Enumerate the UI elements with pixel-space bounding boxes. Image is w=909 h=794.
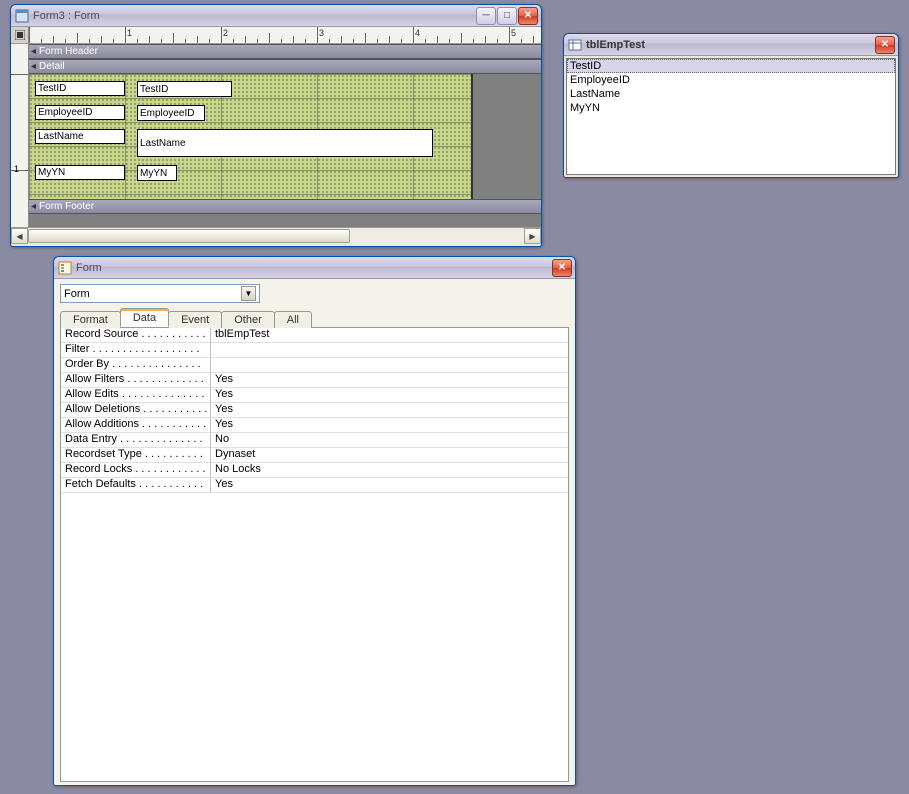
property-value[interactable]: No: [211, 433, 568, 448]
field-control[interactable]: MyYN: [137, 165, 177, 181]
property-sheet-window: Form ✕ Form ▼ FormatDataEventOtherAll Re…: [53, 256, 576, 786]
property-row[interactable]: Record Source . . . . . . . . . . .tblEm…: [61, 328, 568, 343]
titlebar[interactable]: Form ✕: [54, 257, 575, 279]
property-value[interactable]: Yes: [211, 478, 568, 493]
field-label[interactable]: MyYN: [35, 165, 125, 180]
field-label[interactable]: TestID: [35, 81, 125, 96]
scroll-track[interactable]: [28, 228, 524, 244]
object-selector[interactable]: Form ▼: [60, 284, 260, 303]
tab-event[interactable]: Event: [168, 311, 222, 328]
property-row[interactable]: Allow Filters . . . . . . . . . . . . .Y…: [61, 373, 568, 388]
ruler-horizontal-bar: 12345: [11, 27, 541, 44]
property-value[interactable]: Yes: [211, 373, 568, 388]
table-icon: [568, 38, 582, 52]
tab-all[interactable]: All: [274, 311, 312, 328]
property-label: Data Entry . . . . . . . . . . . . . .: [61, 433, 211, 448]
property-value[interactable]: tblEmpTest: [211, 328, 568, 343]
field-label[interactable]: LastName: [35, 129, 125, 144]
scrollbar-horizontal[interactable]: ◀ ▶: [11, 227, 541, 244]
tab-data[interactable]: Data: [120, 308, 169, 327]
property-label: Filter . . . . . . . . . . . . . . . . .…: [61, 343, 211, 358]
field-list-item[interactable]: EmployeeID: [567, 73, 895, 87]
property-row[interactable]: Allow Additions . . . . . . . . . . .Yes: [61, 418, 568, 433]
property-value[interactable]: Yes: [211, 403, 568, 418]
property-row[interactable]: Record Locks . . . . . . . . . . . .No L…: [61, 463, 568, 478]
property-value[interactable]: Yes: [211, 418, 568, 433]
titlebar[interactable]: Form3 : Form ─ □ ✕: [11, 5, 541, 27]
field-control[interactable]: LastName: [137, 129, 433, 157]
window-title: Form: [76, 262, 551, 274]
properties-icon: [58, 261, 72, 275]
field-list-item[interactable]: TestID: [567, 59, 895, 73]
object-selector-value: Form: [64, 288, 90, 300]
design-surface[interactable]: ◂ Form Header ◂ Detail TestID TestID Emplo…: [29, 44, 541, 227]
property-label: Order By . . . . . . . . . . . . . . .: [61, 358, 211, 373]
property-value[interactable]: [211, 343, 568, 358]
chevron-icon: ◂: [31, 46, 36, 57]
section-label: Detail: [39, 61, 65, 72]
property-row[interactable]: Filter . . . . . . . . . . . . . . . . .…: [61, 343, 568, 358]
scroll-right-button[interactable]: ▶: [524, 228, 541, 244]
section-label: Form Header: [39, 46, 98, 57]
maximize-button[interactable]: □: [497, 7, 517, 25]
property-label: Fetch Defaults . . . . . . . . . . .: [61, 478, 211, 493]
chevron-icon: ◂: [31, 61, 36, 72]
titlebar[interactable]: tblEmpTest ✕: [564, 34, 898, 56]
property-label: Allow Additions . . . . . . . . . . .: [61, 418, 211, 433]
property-label: Recordset Type . . . . . . . . . .: [61, 448, 211, 463]
scroll-left-button[interactable]: ◀: [11, 228, 28, 244]
property-value[interactable]: [211, 358, 568, 373]
field-list-item[interactable]: LastName: [567, 87, 895, 101]
property-value[interactable]: Yes: [211, 388, 568, 403]
property-label: Allow Deletions . . . . . . . . . . .: [61, 403, 211, 418]
section-detail-body[interactable]: TestID TestID EmployeeID EmployeeID LastName…: [29, 74, 541, 199]
field-label[interactable]: EmployeeID: [35, 105, 125, 120]
minimize-button[interactable]: ─: [476, 7, 496, 25]
field-list-item[interactable]: MyYN: [567, 101, 895, 115]
close-button[interactable]: ✕: [518, 7, 538, 25]
tab-format[interactable]: Format: [60, 311, 121, 328]
field-list-window: tblEmpTest ✕ TestIDEmployeeIDLastNameMyY…: [563, 33, 899, 178]
property-row[interactable]: Fetch Defaults . . . . . . . . . . .Yes: [61, 478, 568, 493]
close-button[interactable]: ✕: [552, 259, 572, 277]
property-label: Record Source . . . . . . . . . . .: [61, 328, 211, 343]
form-icon: [15, 9, 29, 23]
property-row[interactable]: Data Entry . . . . . . . . . . . . . .No: [61, 433, 568, 448]
property-label: Allow Edits . . . . . . . . . . . . . .: [61, 388, 211, 403]
property-value[interactable]: No Locks: [211, 463, 568, 478]
chevron-icon: ◂: [31, 201, 36, 212]
field-control[interactable]: EmployeeID: [137, 105, 205, 121]
ruler-corner-selector[interactable]: [11, 27, 29, 43]
window-title: Form3 : Form: [33, 10, 475, 22]
tab-other[interactable]: Other: [221, 311, 275, 328]
property-row[interactable]: Order By . . . . . . . . . . . . . . .: [61, 358, 568, 373]
section-bar-footer[interactable]: ◂ Form Footer: [29, 199, 541, 214]
section-bar-header[interactable]: ◂ Form Header: [29, 44, 541, 59]
ruler-vertical[interactable]: 12: [11, 44, 29, 227]
field-control[interactable]: TestID: [137, 81, 232, 97]
window-title: tblEmpTest: [586, 39, 874, 51]
scroll-thumb[interactable]: [28, 229, 350, 243]
property-row[interactable]: Allow Deletions . . . . . . . . . . .Yes: [61, 403, 568, 418]
property-grid: Record Source . . . . . . . . . . .tblEm…: [60, 328, 569, 782]
grid-outside: [473, 74, 541, 199]
property-row[interactable]: Allow Edits . . . . . . . . . . . . . .Y…: [61, 388, 568, 403]
section-bar-detail[interactable]: ◂ Detail: [29, 59, 541, 74]
close-button[interactable]: ✕: [875, 36, 895, 54]
section-label: Form Footer: [39, 201, 94, 212]
form-design-window: Form3 : Form ─ □ ✕ 12345 12 ◂ Form Heade…: [10, 4, 542, 247]
property-label: Allow Filters . . . . . . . . . . . . .: [61, 373, 211, 388]
chevron-down-icon: ▼: [241, 286, 256, 301]
field-list-body: TestIDEmployeeIDLastNameMyYN: [566, 58, 896, 175]
property-tabs: FormatDataEventOtherAll: [60, 307, 569, 328]
property-row[interactable]: Recordset Type . . . . . . . . . .Dynase…: [61, 448, 568, 463]
ruler-horizontal[interactable]: 12345: [29, 27, 541, 43]
property-value[interactable]: Dynaset: [211, 448, 568, 463]
property-label: Record Locks . . . . . . . . . . . .: [61, 463, 211, 478]
